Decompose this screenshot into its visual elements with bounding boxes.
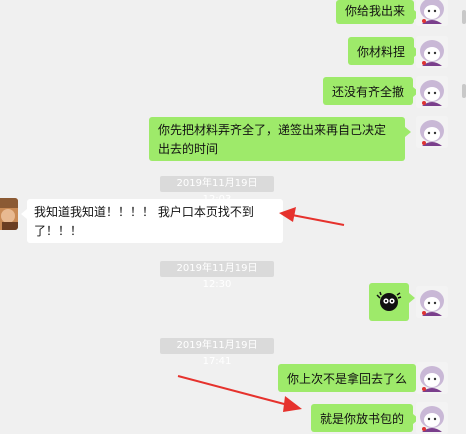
message-bubble-outgoing[interactable]: 就是你放书包的 xyxy=(311,404,420,432)
message-bubble-outgoing[interactable]: 你上次不是拿回去了么 xyxy=(278,364,423,392)
cartoon-girl-avatar-icon xyxy=(416,402,448,434)
contact-avatar[interactable] xyxy=(0,198,18,230)
cartoon-girl-avatar-icon xyxy=(416,36,448,68)
cartoon-girl-avatar-icon xyxy=(416,286,448,318)
cartoon-girl-avatar-icon xyxy=(416,76,448,108)
scrollbar-thumb[interactable] xyxy=(462,10,466,24)
message-bubble-outgoing[interactable]: 你给我出来 xyxy=(336,0,421,24)
arrow-head xyxy=(283,396,302,412)
arrow-shaft xyxy=(291,214,345,226)
timestamp: 2019年11月19日 17:41 xyxy=(160,338,274,367)
cartoon-girl-avatar-icon xyxy=(416,0,448,26)
self-avatar[interactable] xyxy=(416,76,448,108)
arrow-shaft xyxy=(177,375,289,406)
message-bubble-outgoing[interactable]: 你材料捏 xyxy=(348,37,421,65)
self-avatar[interactable] xyxy=(416,116,448,148)
contact-photo-icon xyxy=(0,198,18,230)
message-bubble-incoming[interactable]: 我知道我知道！！！！ 我户口本页找不到了！！！ xyxy=(21,199,283,243)
timestamp: 2019年11月19日 12:03 xyxy=(160,176,274,205)
self-avatar[interactable] xyxy=(416,286,448,318)
cartoon-girl-avatar-icon xyxy=(416,116,448,148)
sticker-bubble[interactable] xyxy=(369,283,415,321)
self-avatar[interactable] xyxy=(416,402,448,434)
self-avatar[interactable] xyxy=(416,0,448,26)
black-furball-sticker-icon xyxy=(376,291,402,311)
message-bubble-outgoing[interactable]: 你先把材料弄齐全了，递签出来再自己决定出去的时间 xyxy=(149,117,411,161)
self-avatar[interactable] xyxy=(416,362,448,394)
timestamp: 2019年11月19日 12:30 xyxy=(160,261,274,290)
chat-window: 你给我出来 你材料捏 还没有齐全撤 你先把材料弄齐全了，递签出来再自己决定出去的… xyxy=(0,0,466,434)
message-bubble-outgoing[interactable]: 还没有齐全撤 xyxy=(323,77,420,105)
scrollbar-thumb[interactable] xyxy=(462,84,466,98)
cartoon-girl-avatar-icon xyxy=(416,362,448,394)
self-avatar[interactable] xyxy=(416,36,448,68)
